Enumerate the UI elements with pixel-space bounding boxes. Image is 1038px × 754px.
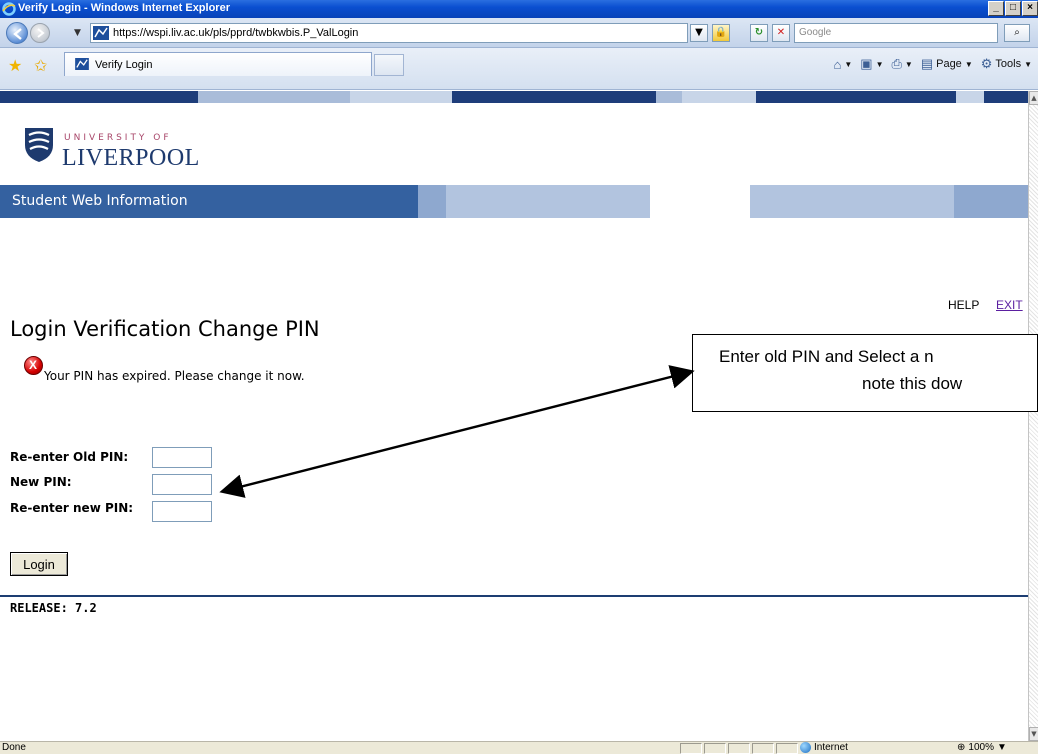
forward-arrow-icon (37, 28, 45, 38)
error-glyph: X (29, 358, 38, 372)
ie-logo-icon (2, 2, 16, 16)
crest-icon (25, 128, 53, 162)
zoom-control[interactable]: ⊕ 100% ▼ (957, 742, 1007, 753)
print-button[interactable]: ⎙ ▼ (891, 56, 912, 72)
status-cell (752, 743, 774, 754)
zoom-level: 100% (968, 742, 994, 753)
help-link[interactable]: HELP (948, 298, 979, 312)
minimize-button[interactable]: _ (988, 1, 1004, 16)
favorites-star-icon[interactable]: ★ (8, 56, 22, 75)
annotation-callout: Enter old PIN and Select a n note this d… (692, 334, 1038, 412)
university-logo: UNIVERSITY OF LIVERPOOL (24, 117, 264, 171)
back-button[interactable] (6, 22, 28, 44)
status-cell (680, 743, 702, 754)
error-icon: X (24, 356, 43, 375)
print-icon: ⎙ (891, 56, 902, 71)
new-pin-field[interactable] (152, 474, 212, 495)
security-zone[interactable]: Internet (800, 742, 848, 753)
address-field[interactable]: https://wspi.liv.ac.uk/pls/pprd/twbkwbis… (90, 23, 688, 43)
color-bar (350, 91, 452, 103)
status-cell (776, 743, 798, 754)
color-bar (984, 91, 1028, 103)
exit-link[interactable]: EXIT (996, 298, 1023, 312)
tab-bar: ★ ✩ Verify Login ⌂ ▼ ▣ ▼ ⎙ ▼ ▤ Page ▼ ⚙ Tools ▼ (0, 48, 1038, 90)
page-title: Login Verification Change PIN (10, 317, 320, 341)
tab-label: Verify Login (95, 59, 153, 71)
page-icon: ▤ (920, 56, 934, 71)
header-color-bars (0, 91, 1028, 103)
site-favicon-icon (93, 26, 109, 40)
search-placeholder: Google (799, 27, 832, 38)
home-icon: ⌂ (833, 56, 842, 72)
address-bar-row: ▼ https://wspi.liv.ac.uk/pls/pprd/twbkwb… (0, 18, 1038, 48)
add-favorite-icon[interactable]: ✩ (34, 56, 47, 75)
new-tab-button[interactable] (374, 54, 404, 76)
scroll-up-icon[interactable]: ▲ (1029, 91, 1038, 105)
banner-segment (954, 185, 1028, 218)
logo-text-main: LIVERPOOL (62, 145, 200, 171)
tools-menu[interactable]: ⚙ Tools ▼ (981, 56, 1032, 72)
color-bar (956, 91, 984, 103)
status-text: Done (2, 742, 26, 753)
zoom-dropdown-icon: ▼ (996, 742, 1007, 753)
command-bar: ⌂ ▼ ▣ ▼ ⎙ ▼ ▤ Page ▼ ⚙ Tools ▼ (833, 56, 1032, 72)
callout-line-1: Enter old PIN and Select a n (719, 347, 934, 366)
search-icon[interactable]: ⌕ (1004, 24, 1030, 42)
site-banner: Student Web Information (0, 185, 1028, 218)
recent-pages-dropdown[interactable]: ▼ (74, 28, 81, 38)
status-bar: Done Internet ⊕ 100% ▼ (0, 741, 1038, 754)
close-window-button[interactable]: × (1022, 1, 1038, 16)
logo-text-top: UNIVERSITY OF (64, 133, 172, 143)
tools-menu-label: Tools (995, 58, 1022, 70)
release-version: RELEASE: 7.2 (10, 601, 97, 615)
page-viewport: UNIVERSITY OF LIVERPOOL Student Web Info… (0, 91, 1028, 741)
scroll-down-icon[interactable]: ▼ (1029, 727, 1038, 741)
banner-segment (750, 185, 954, 218)
callout-line-2: note this dow (862, 374, 963, 393)
globe-icon (800, 742, 811, 753)
gear-icon: ⚙ (980, 56, 993, 71)
banner-segment (446, 185, 650, 218)
search-input[interactable]: Google (794, 23, 998, 43)
new-pin-label: New PIN: (10, 475, 72, 489)
error-message: Your PIN has expired. Please change it n… (44, 369, 305, 383)
back-arrow-icon (13, 28, 22, 40)
zone-label: Internet (814, 742, 848, 753)
banner-segment (650, 185, 750, 218)
refresh-icon[interactable]: ↻ (750, 24, 768, 42)
confirm-pin-field[interactable] (152, 501, 212, 522)
forward-button[interactable] (30, 23, 50, 43)
color-bar (198, 91, 350, 103)
color-bar (452, 91, 656, 103)
address-dropdown[interactable]: ▼ (690, 24, 708, 42)
status-cell (704, 743, 726, 754)
window-title: Verify Login - Windows Internet Explorer (18, 2, 230, 14)
footer-divider (0, 595, 1028, 597)
color-bar (682, 91, 756, 103)
old-pin-label: Re-enter Old PIN: (10, 450, 129, 464)
confirm-pin-label: Re-enter new PIN: (10, 501, 134, 515)
old-pin-field[interactable] (152, 447, 212, 468)
vertical-scrollbar[interactable]: ▲ ▼ (1028, 91, 1038, 741)
tab-verify-login[interactable]: Verify Login (64, 52, 372, 76)
banner-title: Student Web Information (12, 193, 188, 209)
stop-icon[interactable]: ✕ (772, 24, 790, 42)
address-url: https://wspi.liv.ac.uk/pls/pprd/twbkwbis… (113, 27, 359, 39)
color-bar (0, 91, 198, 103)
login-button[interactable]: Login (10, 552, 68, 576)
feeds-button[interactable]: ▣ ▼ (860, 56, 883, 72)
page-menu[interactable]: ▤ Page ▼ (921, 56, 973, 72)
zoom-icon: ⊕ (957, 742, 966, 753)
lock-icon[interactable]: 🔒 (712, 24, 730, 42)
feeds-icon: ▣ (860, 56, 873, 71)
maximize-button[interactable]: □ (1005, 1, 1021, 16)
banner-segment (418, 185, 446, 218)
color-bar (656, 91, 682, 103)
page-menu-label: Page (936, 58, 962, 70)
window-title-bar: Verify Login - Windows Internet Explorer… (0, 0, 1038, 18)
color-bar (756, 91, 956, 103)
home-button[interactable]: ⌂ ▼ (833, 57, 852, 72)
site-favicon-icon (75, 58, 89, 70)
status-cell (728, 743, 750, 754)
